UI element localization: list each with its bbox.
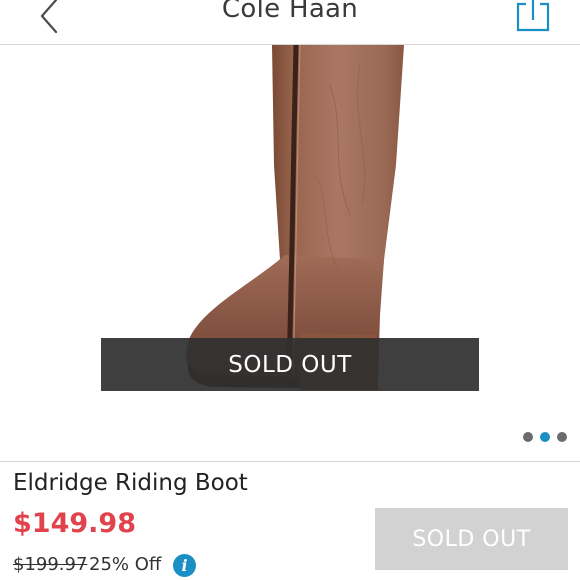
discount-label: 25% Off xyxy=(89,554,162,575)
brand-title: Cole Haan xyxy=(221,0,359,24)
info-icon[interactable]: i xyxy=(173,554,196,577)
product-image-carousel[interactable]: SOLD OUT xyxy=(0,45,580,460)
sale-price: $149.98 xyxy=(13,508,136,539)
divider xyxy=(0,461,580,462)
top-bar: Cole Haan xyxy=(0,0,580,45)
sold-out-banner: SOLD OUT xyxy=(101,338,479,391)
share-icon xyxy=(516,0,550,32)
carousel-dot-active[interactable] xyxy=(540,432,550,442)
carousel-dot[interactable] xyxy=(557,432,567,442)
carousel-dot[interactable] xyxy=(523,432,533,442)
original-price: $199.97 xyxy=(13,554,88,575)
sold-out-button[interactable]: SOLD OUT xyxy=(375,508,568,570)
share-button[interactable] xyxy=(512,0,552,34)
product-image xyxy=(186,45,404,390)
product-name: Eldridge Riding Boot xyxy=(13,470,248,496)
carousel-indicator xyxy=(523,432,567,444)
